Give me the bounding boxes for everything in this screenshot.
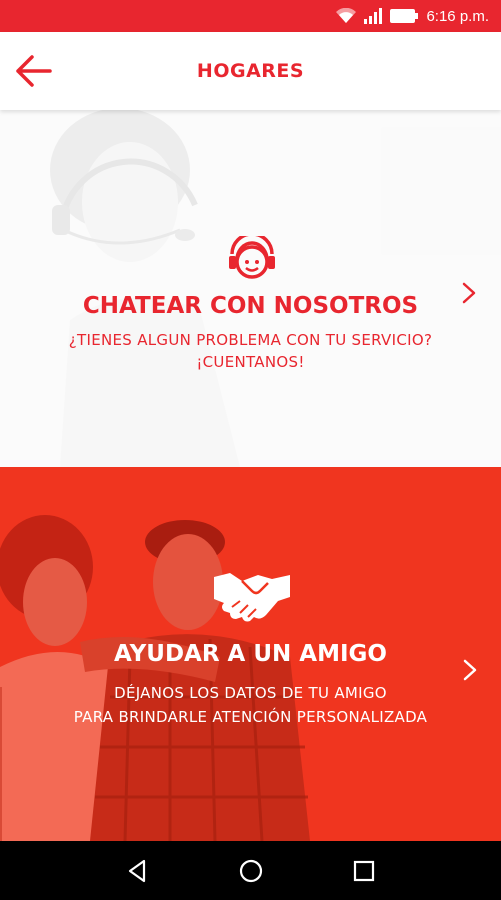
status-icons: 6:16 p.m. [336,6,489,26]
app-bar: HOGARES [0,32,501,110]
battery-icon [390,9,419,23]
system-nav-bar [0,841,501,900]
status-bar: 6:16 p.m. [0,0,501,32]
handshake-icon [214,573,290,622]
friend-card-subtitle-line1: DÉJANOS LOS DATOS DE TU AMIGO [114,684,387,702]
friend-card-subtitle: DÉJANOS LOS DATOS DE TU AMIGO PARA BRIND… [0,681,501,729]
photo-overlay [0,110,501,467]
chat-card-subtitle-line2: ¡CUENTANOS! [196,353,305,371]
nav-recents-icon[interactable] [350,857,378,885]
chat-card-subtitle: ¿TIENES ALGUN PROBLEMA CON TU SERVICIO? … [0,329,501,373]
wifi-icon [336,8,357,23]
status-time: 6:16 p.m. [426,7,489,25]
friend-card-title: AYUDAR A UN AMIGO [114,641,387,667]
headset-icon [229,236,275,279]
friend-card-subtitle-line2: PARA BRINDARLE ATENCIÓN PERSONALIZADA [73,708,428,726]
page-title: HOGARES [196,60,305,82]
signal-icon [364,8,383,24]
chevron-right-icon[interactable] [461,281,477,305]
chat-card-title: CHATEAR CON NOSOTROS [82,293,419,319]
friend-card[interactable]: AYUDAR A UN AMIGO DÉJANOS LOS DATOS DE T… [0,467,501,841]
chevron-right-icon[interactable] [462,658,478,682]
chat-card-subtitle-line1: ¿TIENES ALGUN PROBLEMA CON TU SERVICIO? [68,331,433,349]
nav-home-icon[interactable] [237,857,265,885]
nav-back-icon[interactable] [124,857,152,885]
chat-card[interactable]: CHATEAR CON NOSOTROS ¿TIENES ALGUN PROBL… [0,110,501,467]
